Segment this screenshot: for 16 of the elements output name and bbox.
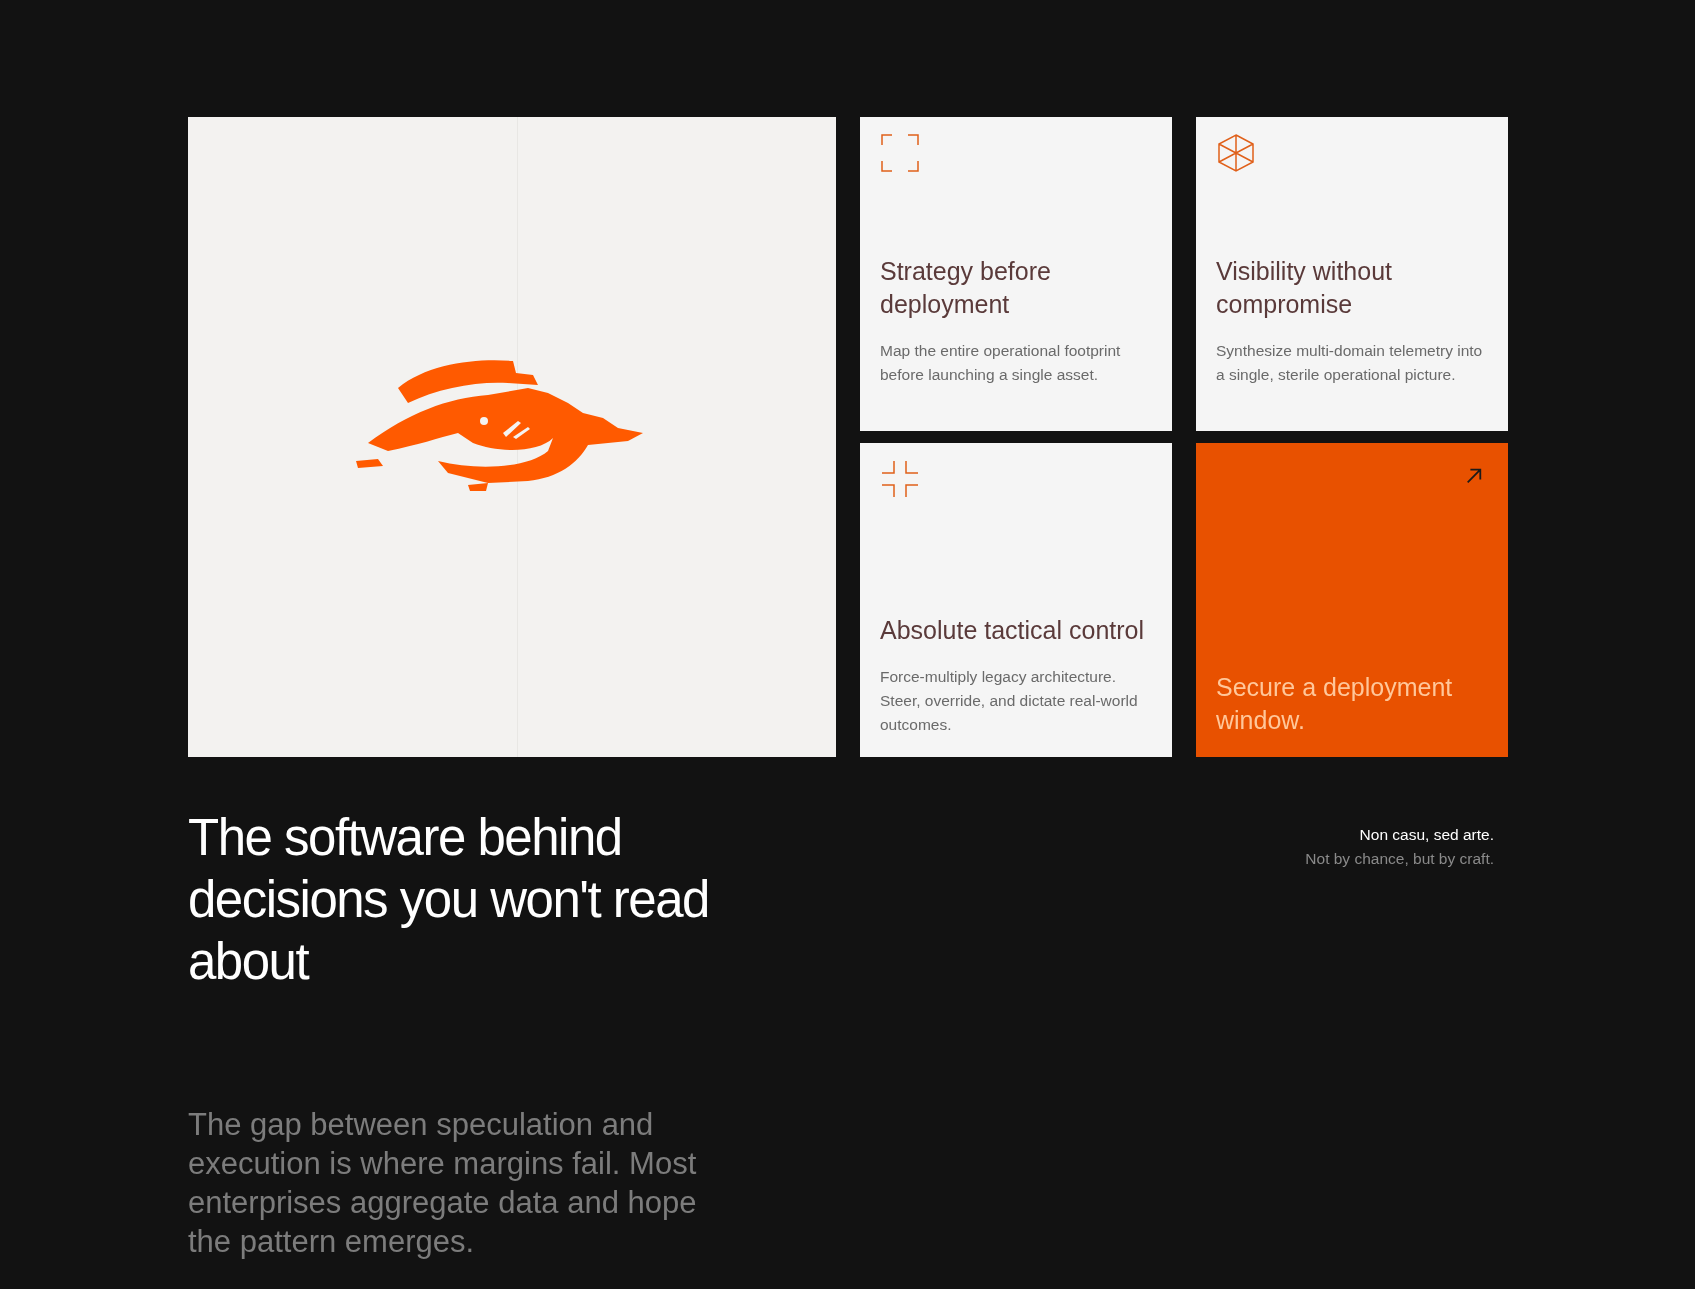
card-description: Synthesize multi-domain telemetry into a single, sterile operational picture. [1216,341,1484,385]
motto-translation: Not by chance, but by craft. [1305,849,1494,869]
intro-paragraph: The gap between speculation and execution is where margins fail. Most enterprises aggregate data and hope the pattern emerges. [188,1106,698,1261]
arrow-icon [1465,467,1483,485]
headline: The software behind decisions you won't read about [188,808,710,992]
card-description: Force-multiply legacy architecture. Steer, override, and dictate real-world outcomes. [880,667,1139,735]
card-title: Strategy before deployment [880,256,1052,320]
card-title: Visibility without compromise [1216,256,1393,320]
collapse-icon [880,459,920,499]
card-description: Map the entire operational footprint before launching a single asset. [880,341,1122,385]
cta-text: Secure a deployment window. [1216,672,1454,736]
card-title: Absolute tactical control [880,615,1146,646]
motto-latin: Non casu, sed arte. [1358,825,1494,845]
cube-icon [1216,133,1256,173]
cta-card[interactable]: Secure a deployment window. [1196,443,1508,757]
corners-icon [880,133,920,173]
